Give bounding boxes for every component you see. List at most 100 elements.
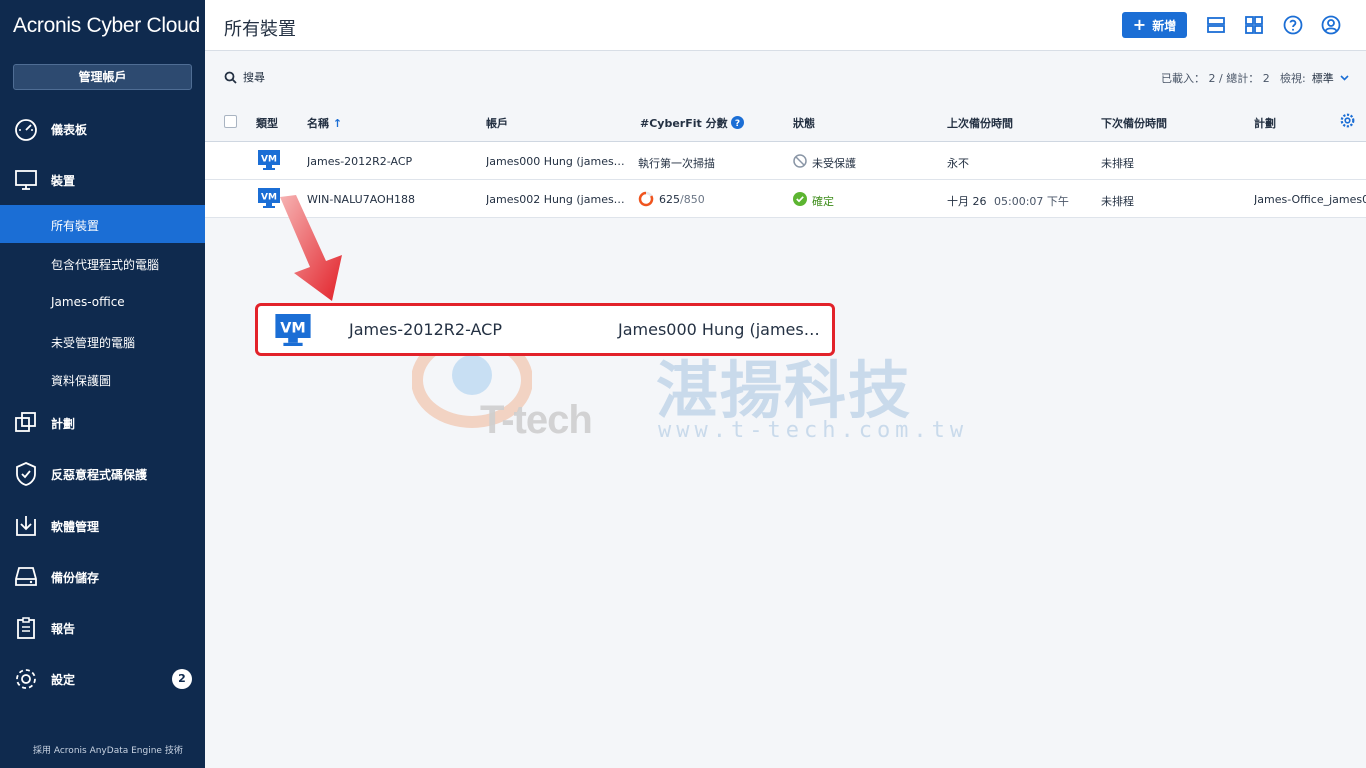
sidebar-item-james-office[interactable]: James-office [0,283,205,321]
settings-badge: 2 [172,669,192,689]
account-cell: James000 Hung (james… [486,155,625,168]
column-settings-gear-icon[interactable] [1340,113,1355,128]
account-cell: James002 Hung (james… [486,193,625,206]
cyberfit-score-value: 625 [659,193,680,206]
nav-label: 備份儲存 [51,570,100,585]
select-all-checkbox[interactable] [224,115,237,128]
help-icon[interactable] [1281,13,1305,37]
nav-backup-storage[interactable]: 備份儲存 [0,558,205,596]
sidebar-item-agent-machines[interactable]: 包含代理程式的電腦 [0,244,205,282]
cyberfit-score-total: /850 [680,193,705,206]
last-backup-time: 05:00:07 下午 [994,195,1069,208]
list-view-icon[interactable] [1204,13,1228,37]
column-plan[interactable]: 計劃 [1254,115,1276,131]
red-arrow-annotation [280,195,342,301]
column-cyberfit-label: #CyberFit 分數 [640,117,728,130]
vm-icon-label: VM [261,155,277,165]
sub-item-label: 包含代理程式的電腦 [51,258,160,272]
nav-label: 設定 [51,672,76,687]
manage-account-button[interactable]: 管理帳戶 [13,64,192,90]
sidebar-item-unmanaged[interactable]: 未受管理的電腦 [0,322,205,360]
gear-icon [16,669,36,689]
nav-label: 裝置 [51,173,76,188]
column-account[interactable]: 帳戶 [486,115,508,131]
vm-icon: VM [258,188,280,208]
nav-software-management[interactable]: 軟體管理 [0,507,205,545]
column-name-label: 名稱 [307,117,329,130]
vm-icon: VM [275,314,311,346]
sub-item-label: 未受管理的電腦 [51,336,136,350]
view-selector[interactable]: 檢視: 標準 [1280,70,1349,86]
download-box-icon [16,516,36,536]
view-label: 檢視: [1280,72,1306,85]
brand-logo: Acronis Cyber Cloud [13,14,200,37]
device-name[interactable]: James-2012R2-ACP [307,155,412,168]
status-cell: 未受保護 [812,157,856,170]
search-button[interactable]: 搜尋 [224,69,265,85]
zoom-callout: VM James-2012R2-ACP James000 Hung (james… [255,303,835,356]
column-last-backup[interactable]: 上次備份時間 [947,115,1013,131]
loaded-count: 已載入： 2 / 總計： 2 [1161,72,1270,85]
vm-icon-label: VM [280,320,305,336]
nav-label: 反惡意程式碼保護 [51,467,148,482]
vm-icon-label: VM [261,193,277,203]
cyberfit-cell: 執行第一次掃描 [638,157,715,170]
watermark-brand: T-tech [480,398,593,442]
monitor-icon [15,170,37,190]
nav-label: 報告 [51,621,76,636]
page-title: 所有裝置 [224,19,296,40]
cyberfit-score: 625/850 [659,193,705,206]
last-backup-cell: 永不 [947,157,969,170]
sub-item-label: 資料保護圖 [51,374,112,388]
search-icon [224,71,237,84]
sort-ascending-icon: ↑ [332,117,343,130]
nav-reports[interactable]: 報告 [0,609,205,647]
add-new-button[interactable]: + 新增 [1122,12,1187,38]
callout-account: James000 Hung (james… [618,320,820,339]
chevron-down-icon [1340,75,1349,81]
nav-antimalware[interactable]: 反惡意程式碼保護 [0,455,205,493]
nav-settings[interactable]: 設定 2 [0,660,205,698]
sub-item-label: 所有裝置 [51,219,100,233]
table-row[interactable]: VM James-2012R2-ACP James000 Hung (james… [205,142,1366,180]
view-value: 標準 [1311,72,1334,85]
toolbar: 搜尋 已載入： 2 / 總計： 2 檢視: 標準 [205,52,1366,100]
not-protected-icon [793,154,807,168]
nav-label: 軟體管理 [51,519,100,534]
nav-plans[interactable]: 計劃 [0,404,205,442]
table-row[interactable]: VM WIN-NALU7AOH188 James002 Hung (james…… [205,180,1366,218]
plus-icon: + [1132,15,1147,34]
svg-text:?: ? [735,119,740,129]
nav-label: 計劃 [51,416,76,431]
next-backup-cell: 未排程 [1101,157,1134,170]
nav-devices[interactable]: 裝置 [0,161,205,199]
dashboard-icon [15,119,37,141]
sidebar: Acronis Cyber Cloud 管理帳戶 儀表板 裝置 所有裝置 包含代… [0,0,205,768]
column-status[interactable]: 狀態 [793,115,815,131]
user-account-icon[interactable] [1319,13,1343,37]
table-header: 類型 名稱 ↑ 帳戶 #CyberFit 分數 ? 狀態 上次備份時間 下次備份… [205,100,1366,142]
grid-view-icon[interactable] [1242,13,1266,37]
shield-icon [16,462,36,486]
nav-label: 儀表板 [51,122,88,137]
cyberfit-gauge-icon [638,191,654,207]
watermark-url: www.t-tech.com.tw [658,418,969,443]
plan-cell: James-Office_james00 [1254,193,1366,206]
last-backup-date: 十月 26 [947,195,987,208]
sidebar-item-all-devices[interactable]: 所有裝置 [0,205,205,243]
search-label: 搜尋 [243,71,265,84]
header: 所有裝置 + 新增 [205,0,1366,51]
column-name[interactable]: 名稱 ↑ [307,115,342,131]
help-icon[interactable]: ? [731,116,745,129]
storage-icon [15,567,37,586]
nav-dashboard[interactable]: 儀表板 [0,110,205,148]
ok-check-icon [793,192,807,206]
clipboard-icon [17,617,35,639]
callout-device-name: James-2012R2-ACP [349,320,502,339]
sub-item-label: James-office [51,295,125,309]
sidebar-item-data-protection-map[interactable]: 資料保護圖 [0,360,205,398]
column-next-backup[interactable]: 下次備份時間 [1101,115,1167,131]
column-cyberfit[interactable]: #CyberFit 分數 ? [640,115,745,131]
column-type[interactable]: 類型 [256,115,278,131]
new-button-label: 新增 [1152,18,1177,33]
